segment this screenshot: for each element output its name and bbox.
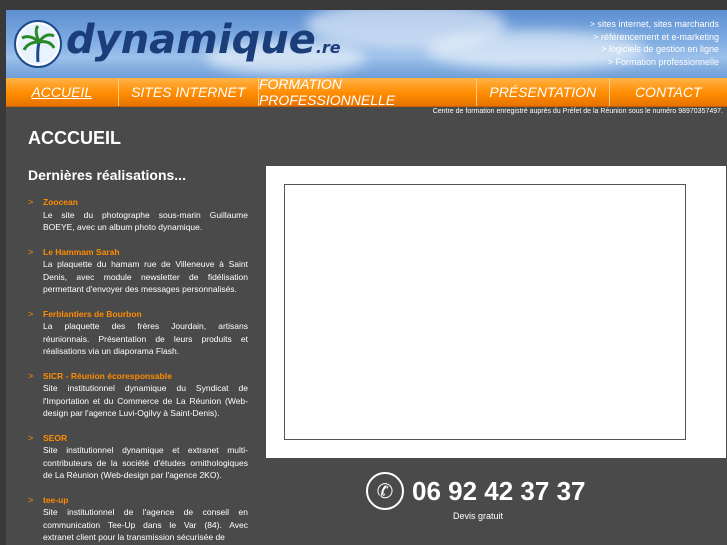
main-nav: ACCUEIL SITES INTERNET FORMATION PROFESS… <box>6 76 727 108</box>
tagline[interactable]: > logiciels de gestion en ligne <box>590 43 719 56</box>
item-description: Site institutionnel de l'agence de conse… <box>43 507 248 542</box>
phone-number: 06 92 42 37 37 <box>412 475 586 506</box>
showcase-panel <box>266 166 726 458</box>
page: dynamique.re > sites internet, sites mar… <box>6 10 727 545</box>
flash-placeholder[interactable] <box>284 184 686 440</box>
logo[interactable]: dynamique.re <box>14 18 341 70</box>
bullet-icon: > <box>28 494 34 505</box>
item-description: La plaquette des frères Jourdain, artisa… <box>43 321 248 356</box>
item-title-link[interactable]: tee-up <box>43 494 248 507</box>
tagline[interactable]: > sites internet, sites marchands <box>590 18 719 31</box>
item-title-link[interactable]: Zoocean <box>43 196 248 209</box>
item-description: Le site du photographe sous-marin Guilla… <box>43 209 248 233</box>
phone-icon: ✆ <box>366 472 404 510</box>
nav-item-contact[interactable]: CONTACT <box>610 78 727 106</box>
item-title-link[interactable]: Le Hammam Sarah <box>43 246 248 259</box>
list-item: > Ferblantiers de Bourbon La plaquette d… <box>28 308 248 358</box>
list-item: > SEOR Site institutionnel dynamique et … <box>28 432 248 482</box>
phone-block: ✆ 06 92 42 37 37 <box>366 472 586 510</box>
taglines: > sites internet, sites marchands > réfé… <box>590 18 719 68</box>
logo-name: dynamique <box>66 17 316 63</box>
item-title-link[interactable]: SEOR <box>43 432 248 445</box>
logo-text: dynamique.re <box>66 20 341 68</box>
list-item: > SICR - Réunion écoresponsable Site ins… <box>28 370 248 420</box>
nav-item-accueil[interactable]: ACCUEIL <box>6 78 119 106</box>
tagline[interactable]: > Formation professionnelle <box>590 56 719 69</box>
nav-item-sites-internet[interactable]: SITES INTERNET <box>119 78 259 106</box>
realisations-list: > Zoocean Le site du photographe sous-ma… <box>28 196 248 545</box>
item-title-link[interactable]: SICR - Réunion écoresponsable <box>43 370 248 383</box>
nav-item-formation[interactable]: FORMATION PROFESSIONNELLE <box>259 76 478 108</box>
bullet-icon: > <box>28 246 34 257</box>
bullet-icon: > <box>28 197 34 207</box>
item-description: Site institutionnel dynamique et extrane… <box>43 445 248 480</box>
list-item: > tee-up Site institutionnel de l'agence… <box>28 494 248 544</box>
bullet-icon: > <box>28 370 34 381</box>
item-description: La plaquette du hamam rue de Villeneuve … <box>43 259 248 294</box>
list-item: > Le Hammam Sarah La plaquette du hamam … <box>28 246 248 296</box>
registration-notice: Centre de formation enregistré auprès du… <box>432 108 723 115</box>
item-description: Site institutionnel dynamique du Syndica… <box>43 383 248 418</box>
bullet-icon: > <box>28 308 34 319</box>
bullet-icon: > <box>28 432 34 443</box>
nav-item-presentation[interactable]: PRÉSENTATION <box>477 78 610 106</box>
tagline[interactable]: > référencement et e-marketing <box>590 31 719 44</box>
page-title: ACCCUEIL <box>28 128 121 148</box>
item-title-link[interactable]: Ferblantiers de Bourbon <box>43 308 248 321</box>
logo-suffix: .re <box>315 38 341 57</box>
header-banner: dynamique.re > sites internet, sites mar… <box>6 10 727 78</box>
list-item: > Zoocean Le site du photographe sous-ma… <box>28 196 248 234</box>
devis-gratuit: Devis gratuit <box>453 511 504 521</box>
section-title: Dernières réalisations... <box>28 167 186 183</box>
palm-tree-icon <box>14 20 62 68</box>
